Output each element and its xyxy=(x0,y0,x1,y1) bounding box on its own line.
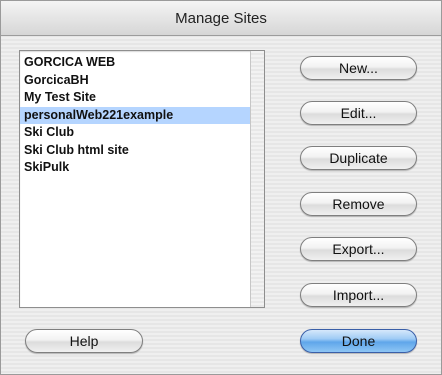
site-list-item[interactable]: My Test Site xyxy=(20,89,250,107)
import-button[interactable]: Import... xyxy=(300,283,417,307)
new-button[interactable]: New... xyxy=(300,56,417,80)
site-list-item[interactable]: Ski Club html site xyxy=(20,142,250,160)
export-button[interactable]: Export... xyxy=(300,237,417,261)
site-list-item[interactable]: SkiPulk xyxy=(20,159,250,177)
sites-list-items: GORCICA WEB GorcicaBH My Test Site perso… xyxy=(20,54,250,177)
manage-sites-dialog: Manage Sites GORCICA WEB GorcicaBH My Te… xyxy=(0,0,442,375)
list-scrollbar[interactable] xyxy=(250,51,264,307)
duplicate-button[interactable]: Duplicate xyxy=(300,146,417,170)
remove-button[interactable]: Remove xyxy=(300,192,417,216)
site-list-item[interactable]: GorcicaBH xyxy=(20,72,250,90)
help-button[interactable]: Help xyxy=(25,329,143,353)
site-list-item[interactable]: Ski Club xyxy=(20,124,250,142)
dialog-title: Manage Sites xyxy=(1,1,441,36)
edit-button[interactable]: Edit... xyxy=(300,101,417,125)
done-button[interactable]: Done xyxy=(300,329,417,353)
sites-list[interactable]: GORCICA WEB GorcicaBH My Test Site perso… xyxy=(19,50,265,308)
site-list-item[interactable]: GORCICA WEB xyxy=(20,54,250,72)
site-list-item-selected[interactable]: personalWeb221example xyxy=(20,106,250,124)
